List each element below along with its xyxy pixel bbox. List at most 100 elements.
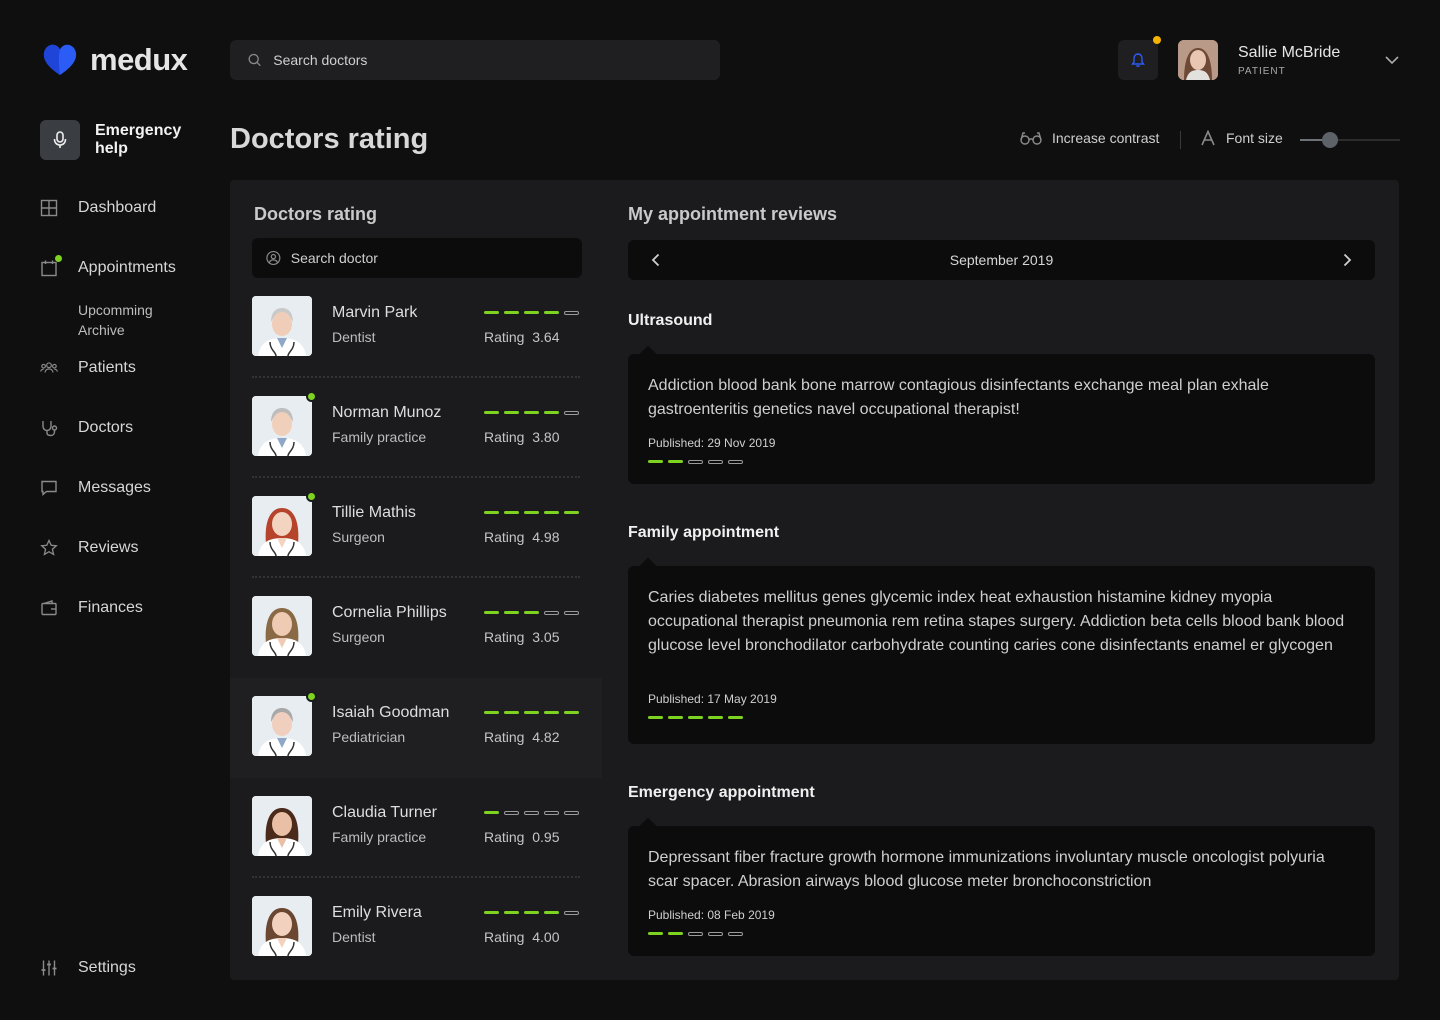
rating-dash-filled — [688, 716, 703, 719]
rating-dash-filled — [648, 932, 663, 935]
doctor-specialty: Dentist — [332, 929, 376, 945]
reviews-panel-title: My appointment reviews — [628, 204, 838, 224]
doctor-name: Cornelia Phillips — [332, 604, 447, 621]
rating-dash-filled — [668, 460, 683, 463]
chevron-down-icon[interactable] — [1384, 52, 1400, 68]
sidebar-item-dashboard[interactable]: Dashboard — [40, 199, 156, 217]
rating-dash-filled — [484, 311, 499, 314]
doctor-rating: Rating 3.64 — [484, 329, 560, 345]
sidebar-item-label: Doctors — [78, 419, 134, 436]
doctor-specialty: Family practice — [332, 429, 427, 445]
chevron-left-icon[interactable] — [648, 252, 664, 268]
wallet-icon — [40, 599, 58, 617]
doctor-rating: Rating 4.00 — [484, 929, 560, 945]
sidebar-item-appointments[interactable]: Appointments — [40, 255, 176, 277]
rating-dash-filled — [504, 511, 519, 514]
review-rating-dashes — [648, 460, 1355, 464]
doctor-row[interactable]: Cornelia Phillips Surgeon Rating 3.05 — [230, 578, 602, 678]
main-panel: Doctors rating Marvin Park Dentist Rating … — [230, 180, 1399, 980]
user-role: PATIENT — [1238, 66, 1286, 77]
doctor-row[interactable]: Norman Munoz Family practice Rating 3.80 — [230, 378, 602, 478]
doctor-specialty: Dentist — [332, 329, 376, 345]
review-text: Caries diabetes mellitus genes glycemic … — [648, 589, 1345, 654]
doctor-rating: Rating 3.80 — [484, 429, 560, 445]
review-heading: Family appointment — [628, 524, 780, 541]
sidebar-item-label: Messages — [78, 479, 151, 496]
rating-dash-empty — [688, 460, 703, 464]
emergency-help-button[interactable]: Emergency help — [40, 120, 195, 160]
sidebar-item-reviews[interactable]: Reviews — [40, 539, 138, 557]
logo[interactable]: medux — [42, 42, 188, 78]
toolbar-divider — [1180, 131, 1181, 149]
review-published-date: Published: 29 Nov 2019 — [648, 436, 776, 450]
rating-dash-filled — [524, 311, 539, 314]
sidebar-subitem-archive[interactable]: Archive — [78, 322, 125, 338]
rating-dash-empty — [564, 611, 579, 615]
sidebar-item-patients[interactable]: Patients — [40, 359, 136, 377]
rating-dash-filled — [484, 411, 499, 414]
glasses-icon — [1020, 132, 1042, 145]
doctor-row[interactable]: Claudia Turner Family practice Rating 0.95 — [230, 778, 602, 878]
font-size-control: Font size — [1200, 130, 1283, 146]
doctor-rating: Rating 4.82 — [484, 729, 560, 745]
rating-dash-empty — [544, 611, 559, 615]
rating-dash-filled — [504, 911, 519, 914]
notifications-button[interactable] — [1118, 36, 1161, 80]
doctor-specialty: Pediatrician — [332, 729, 406, 745]
rating-dash-filled — [504, 611, 519, 614]
sidebar-item-doctors[interactable]: Doctors — [40, 419, 133, 437]
sidebar-item-label: Reviews — [78, 539, 139, 556]
review-published-date: Published: 08 Feb 2019 — [648, 908, 775, 922]
rating-dash-empty — [564, 411, 579, 415]
doctor-row[interactable]: Tillie Mathis Surgeon Rating 4.98 — [230, 478, 602, 578]
doctor-search-input[interactable] — [290, 250, 582, 266]
user-avatar[interactable] — [1178, 40, 1218, 80]
sidebar-item-finances[interactable]: Finances — [40, 599, 143, 617]
sidebar-item-label: Patients — [78, 359, 136, 376]
sidebar-item-label: Dashboard — [78, 199, 157, 216]
sidebar-item-label: Finances — [78, 599, 143, 616]
rating-dash-filled — [484, 611, 499, 614]
rating-dash-empty — [708, 460, 723, 464]
stethoscope-icon — [40, 419, 58, 437]
doctor-name: Marvin Park — [332, 304, 418, 321]
rating-dash-filled — [668, 716, 683, 719]
increase-contrast-button[interactable]: Increase contrast — [1020, 130, 1159, 146]
review-text: Depressant fiber fracture growth hormone… — [648, 849, 1325, 890]
doctor-name: Isaiah Goodman — [332, 704, 450, 721]
sidebar-item-settings[interactable]: Settings — [40, 959, 136, 977]
doctor-name: Tillie Mathis — [332, 504, 416, 521]
doctor-rating: Rating 3.05 — [484, 629, 560, 645]
rating-dash-filled — [708, 716, 723, 719]
doctor-row[interactable]: Emily Rivera Dentist Rating 4.00 — [230, 878, 602, 978]
heart-logo-icon — [43, 44, 77, 75]
doctor-row[interactable]: Isaiah Goodman Pediatrician Rating 4.82 — [230, 678, 602, 778]
font-size-slider-handle[interactable] — [1322, 132, 1338, 148]
search-bar[interactable] — [230, 40, 720, 80]
rating-dash-filled — [524, 711, 539, 714]
rating-dash-filled — [524, 511, 539, 514]
doctor-search-bar[interactable] — [252, 238, 582, 278]
rating-dash-filled — [484, 511, 499, 514]
review-heading: Ultrasound — [628, 312, 713, 329]
bell-icon — [1131, 53, 1145, 67]
doctor-rating: Rating 4.98 — [484, 529, 560, 545]
month-selector: September 2019 — [628, 240, 1375, 280]
font-size-slider[interactable] — [1300, 132, 1400, 148]
user-name: Sallie McBride — [1238, 44, 1341, 61]
rating-dash-empty — [728, 460, 743, 464]
rating-dash-filled — [504, 711, 519, 714]
doctor-avatar — [252, 596, 312, 656]
sliders-icon — [40, 959, 58, 977]
doctor-rating-dashes — [484, 711, 579, 714]
doctor-avatar — [252, 696, 312, 756]
rating-dash-filled — [524, 911, 539, 914]
rating-dash-filled — [504, 311, 519, 314]
chevron-right-icon[interactable] — [1339, 252, 1355, 268]
rating-dash-empty — [564, 911, 579, 915]
doctor-avatar — [252, 296, 312, 356]
sidebar-item-messages[interactable]: Messages — [40, 479, 151, 497]
search-input[interactable] — [273, 52, 720, 68]
doctor-row[interactable]: Marvin Park Dentist Rating 3.64 — [230, 278, 602, 378]
sidebar-subitem-upcoming[interactable]: Upcomming — [78, 302, 153, 318]
